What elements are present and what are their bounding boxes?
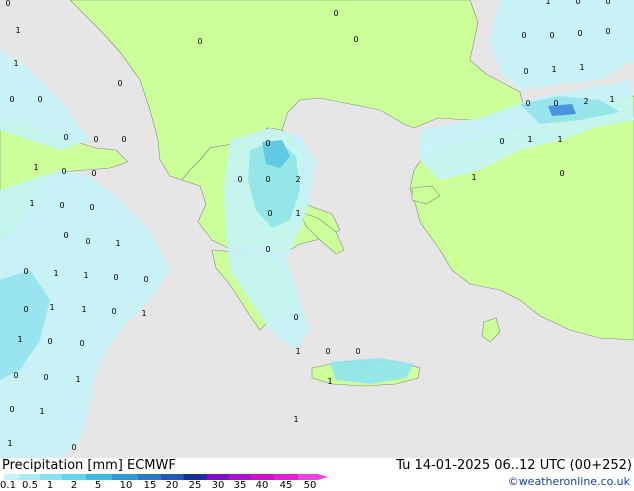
precip-amount-label: 0 xyxy=(23,305,28,314)
precip-amount-label: 0 xyxy=(63,231,68,240)
precip-amount-label: 1 xyxy=(17,335,22,344)
precip-amount-label: 0 xyxy=(5,0,10,8)
precip-amount-label: 0 xyxy=(549,31,554,40)
legend-tick: 15 xyxy=(143,480,157,491)
precip-amount-label: 0 xyxy=(605,0,610,6)
precip-amount-label: 1 xyxy=(579,63,584,72)
precip-amount-label: 0 xyxy=(9,405,14,414)
precipitation-map[interactable]: 1 1 0 0 0 0 0 1 0 0 1 0 0 1 0 0 1 1 0 0 0 1 1 0 1 1 0 0 0 0 1 0 1 1 0 0 0 2 0 0… xyxy=(0,0,634,458)
legend-tick: 40 xyxy=(255,480,269,491)
legend-tick: 0.5 xyxy=(22,480,38,491)
legend-tick: 1 xyxy=(46,480,54,491)
precip-amount-label: 0 xyxy=(47,337,52,346)
legend-tick: 45 xyxy=(279,480,293,491)
legend-tick: 50 xyxy=(303,480,317,491)
precip-field-marmara-strong xyxy=(548,104,576,116)
precip-amount-label: 0 xyxy=(525,99,530,108)
precip-amount-label: 0 xyxy=(37,95,42,104)
precip-amount-label: 2 xyxy=(295,175,300,184)
precip-amount-label: 1 xyxy=(527,135,532,144)
precip-amount-label: 1 xyxy=(75,375,80,384)
legend-tick-labels: 0.1 0.5 1 2 5 10 15 20 25 30 35 40 45 50 xyxy=(0,480,330,491)
precip-amount-label: 1 xyxy=(609,95,614,104)
precip-amount-label: 1 xyxy=(81,305,86,314)
chart-title: Precipitation [mm] ECMWF xyxy=(2,458,176,473)
legend-tick: 0.1 xyxy=(0,480,16,491)
legend-tick: 20 xyxy=(165,480,179,491)
precip-amount-label: 1 xyxy=(293,415,298,424)
precip-amount-label: 0 xyxy=(61,167,66,176)
precip-amount-label: 1 xyxy=(115,239,120,248)
precip-amount-label: 0 xyxy=(111,307,116,316)
precip-amount-label: 1 xyxy=(7,439,12,448)
precip-amount-label: 2 xyxy=(583,97,588,106)
precip-amount-label: 1 xyxy=(39,407,44,416)
legend-tick: 5 xyxy=(94,480,102,491)
map-canvas: 1 1 0 0 0 0 0 1 0 0 1 0 0 1 0 0 1 1 0 0 0 1 1 0 1 1 0 0 0 0 1 0 1 1 0 0 0 2 0 0… xyxy=(0,0,634,458)
precip-amount-label: 0 xyxy=(85,237,90,246)
precip-amount-label: 0 xyxy=(265,175,270,184)
precip-amount-label: 0 xyxy=(325,347,330,356)
precip-amount-label: 0 xyxy=(355,347,360,356)
precip-amount-label: 0 xyxy=(13,371,18,380)
precip-amount-label: 0 xyxy=(605,27,610,36)
precip-amount-label: 0 xyxy=(237,175,242,184)
precip-amount-label: 0 xyxy=(91,169,96,178)
precip-amount-label: 0 xyxy=(333,9,338,18)
legend-tick: 30 xyxy=(211,480,225,491)
precip-amount-label: 0 xyxy=(23,267,28,276)
precip-amount-label: 1 xyxy=(49,303,54,312)
precip-amount-label: 1 xyxy=(295,209,300,218)
precip-amount-label: 0 xyxy=(577,29,582,38)
precip-amount-label: 0 xyxy=(197,37,202,46)
precip-amount-label: 1 xyxy=(15,26,20,35)
legend-tick: 10 xyxy=(119,480,133,491)
title-label: Precipitation [mm] xyxy=(2,458,123,473)
precip-amount-label: 1 xyxy=(551,65,556,74)
precip-amount-label: 0 xyxy=(9,95,14,104)
precip-amount-label: 0 xyxy=(267,209,272,218)
precip-amount-label: 0 xyxy=(353,35,358,44)
precip-amount-label: 0 xyxy=(89,203,94,212)
precip-amount-label: 0 xyxy=(71,443,76,452)
precip-amount-label: 0 xyxy=(79,339,84,348)
run-info: Tu 14-01-2025 06..12 UTC (00+252) xyxy=(396,458,632,473)
precip-amount-label: 0 xyxy=(523,67,528,76)
precip-amount-label: 0 xyxy=(265,139,270,148)
precip-amount-label: 0 xyxy=(63,133,68,142)
precip-amount-label: 1 xyxy=(557,135,562,144)
precip-amount-label: 0 xyxy=(553,99,558,108)
legend-tick: 35 xyxy=(233,480,247,491)
precip-amount-label: 0 xyxy=(93,135,98,144)
precip-amount-label: 1 xyxy=(53,269,58,278)
precip-amount-label: 0 xyxy=(559,169,564,178)
precip-amount-label: 1 xyxy=(29,199,34,208)
precip-amount-label: 1 xyxy=(141,309,146,318)
precip-amount-label: 0 xyxy=(265,245,270,254)
title-model: ECMWF xyxy=(127,458,176,473)
legend-tick: 25 xyxy=(188,480,202,491)
precip-amount-label: 0 xyxy=(121,135,126,144)
precip-amount-label: 1 xyxy=(545,0,550,6)
site-credit[interactable]: ©weatheronline.co.uk xyxy=(508,475,630,488)
precip-amount-label: 0 xyxy=(59,201,64,210)
precip-amount-label: 0 xyxy=(117,79,122,88)
precip-amount-label: 1 xyxy=(295,347,300,356)
precip-amount-label: 0 xyxy=(143,275,148,284)
precip-amount-label: 0 xyxy=(521,31,526,40)
precip-amount-label: 1 xyxy=(13,59,18,68)
precip-amount-label: 0 xyxy=(113,273,118,282)
legend-tick: 2 xyxy=(70,480,78,491)
precip-amount-label: 0 xyxy=(575,0,580,6)
precip-amount-label: 0 xyxy=(499,137,504,146)
precip-amount-label: 1 xyxy=(33,163,38,172)
precip-amount-label: 1 xyxy=(327,377,332,386)
precip-amount-label: 0 xyxy=(43,373,48,382)
precip-amount-label: 1 xyxy=(83,271,88,280)
footer-bar: Precipitation [mm] ECMWF Tu 14-01-2025 0… xyxy=(0,458,634,491)
precip-amount-label: 0 xyxy=(293,313,298,322)
precip-amount-label: 1 xyxy=(471,173,476,182)
